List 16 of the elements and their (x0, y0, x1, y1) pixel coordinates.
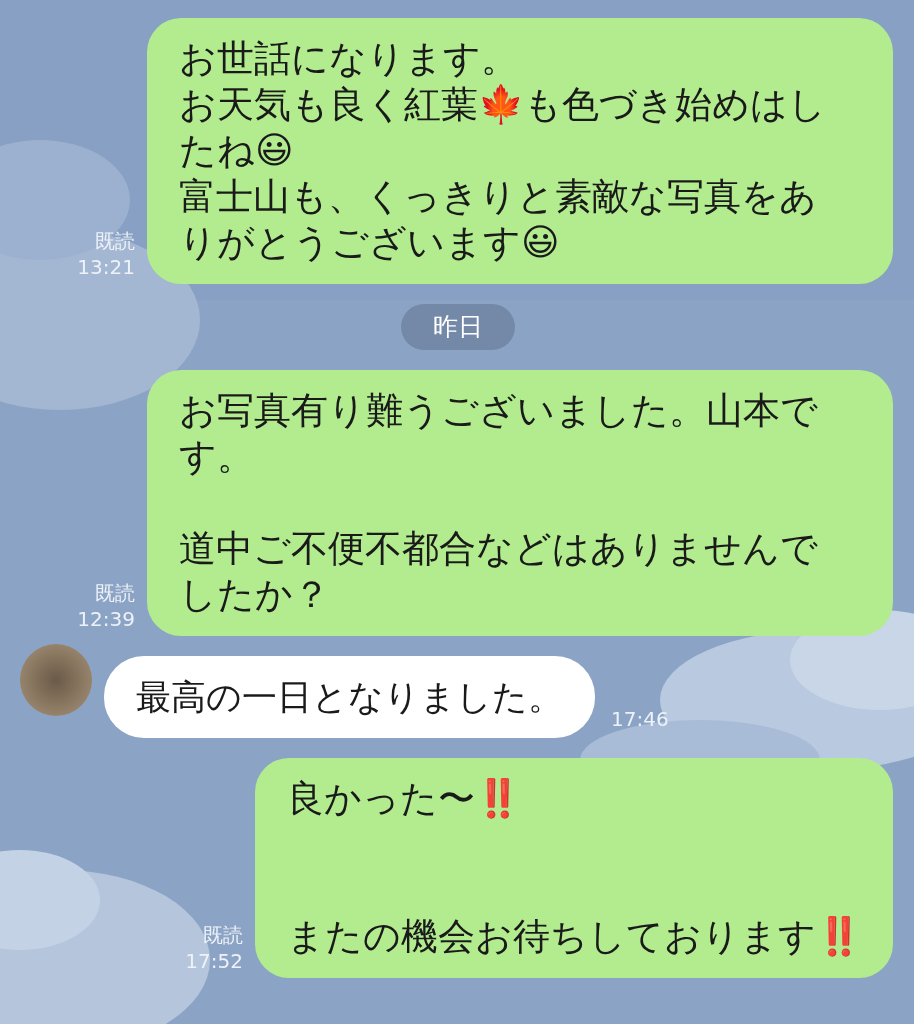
message-text: 富士山も、くっきりと素敵な写真をありがとうございます😃 (179, 174, 818, 266)
read-receipt: 既読 (95, 228, 135, 254)
message-text: お写真有り難うございました。山本です。 (179, 388, 819, 480)
message-bubble: 最高の一日となりました。 (104, 656, 595, 738)
read-receipt: 既読 (203, 922, 243, 948)
read-receipt: 既読 (95, 580, 135, 606)
message-time: 17:52 (185, 948, 243, 974)
message-text: 道中ご不便不都合などはありませんでしたか？ (179, 526, 819, 618)
message-time: 13:21 (77, 254, 135, 280)
date-separator: 昨日 (401, 304, 515, 350)
message-text: お天気も良く紅葉🍁も色づき始めはしたね😃 (179, 82, 827, 174)
message-text: お世話になります。 (179, 36, 519, 82)
message-text: 良かった〜‼ (287, 776, 522, 822)
message-time: 12:39 (77, 606, 135, 632)
message-time: 17:46 (611, 706, 669, 733)
message-text: またの機会お待ちしております‼ (287, 914, 863, 960)
